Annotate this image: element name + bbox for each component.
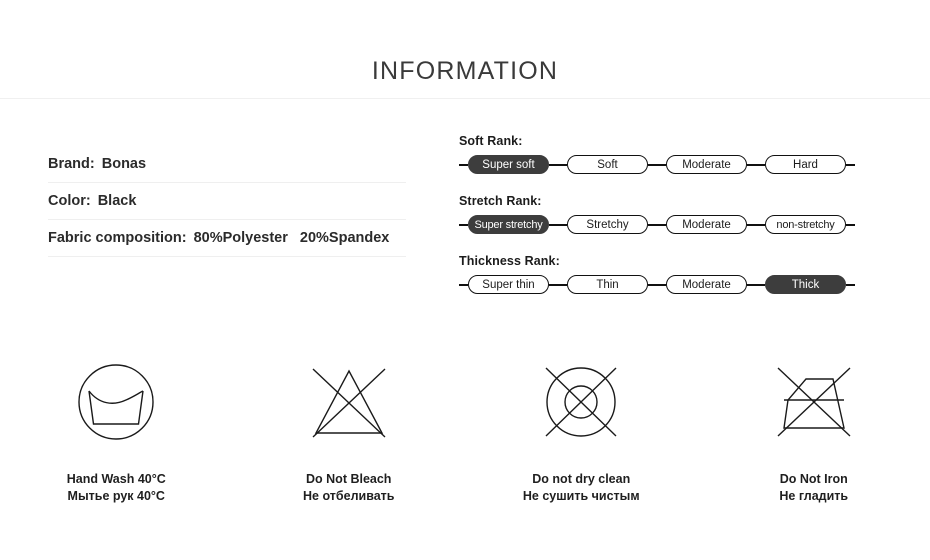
care-item-do-not-bleach: Do Not Bleach Не отбеливать <box>233 352 466 505</box>
rank-option-soft-4[interactable]: Hard <box>765 155 846 174</box>
rank-option-thickness-3[interactable]: Moderate <box>666 275 747 294</box>
rank-title-stretch: Stretch Rank: <box>459 194 542 208</box>
page-header: INFORMATION <box>0 0 930 99</box>
care-caption-ru: Не отбеливать <box>303 489 395 503</box>
rank-option-stretch-1[interactable]: Super stretchy <box>468 215 549 234</box>
rank-option-thickness-1[interactable]: Super thin <box>468 275 549 294</box>
rank-connector <box>549 283 567 286</box>
spec-label-brand: Brand: <box>48 156 95 172</box>
care-caption-do-not-bleach: Do Not Bleach Не отбеливать <box>303 471 394 505</box>
spec-label-color: Color: <box>48 193 91 209</box>
rank-connector <box>648 163 666 166</box>
care-caption-en: Do Not Bleach <box>306 472 392 486</box>
rank-connector <box>549 163 567 166</box>
rank-option-soft-2[interactable]: Soft <box>567 155 648 174</box>
rank-title-thickness: Thickness Rank: <box>459 254 560 268</box>
rank-group-thickness: Thickness Rank: Super thin Thin Moderate… <box>459 254 863 294</box>
spec-label-fabric-composition: Fabric composition: <box>48 230 187 246</box>
care-caption-en: Do not dry clean <box>532 472 631 486</box>
rank-connector <box>747 223 765 226</box>
rank-option-stretch-2[interactable]: Stretchy <box>567 215 648 234</box>
rank-connector <box>846 163 855 166</box>
care-caption-hand-wash: Hand Wash 40°C Мытье рук 40°C <box>67 471 166 505</box>
spec-value-color: Black <box>97 193 137 209</box>
rank-option-thickness-2[interactable]: Thin <box>567 275 648 294</box>
care-caption-en: Do Not Iron <box>779 472 848 486</box>
care-caption-ru: Мытье рук 40°C <box>67 489 165 503</box>
rank-connector <box>846 223 855 226</box>
do-not-iron-icon <box>777 367 851 437</box>
rank-track-soft: Super soft Soft Moderate Hard <box>459 155 858 174</box>
rank-option-thickness-4[interactable]: Thick <box>765 275 846 294</box>
spec-row: Fabric composition: 80%Polyester 20%Span… <box>48 220 406 257</box>
rank-connector <box>747 283 765 286</box>
header-divider <box>0 98 930 99</box>
rank-connector <box>549 223 567 226</box>
hand-wash-icon <box>78 364 154 440</box>
care-caption-do-not-dry-clean: Do not dry clean Не сушить чистым <box>523 471 640 505</box>
care-caption-en: Hand Wash 40°C <box>66 472 166 486</box>
rank-title-soft: Soft Rank: <box>459 134 523 148</box>
rank-track-stretch: Super stretchy Stretchy Moderate non-str… <box>459 215 858 234</box>
rank-connector <box>459 163 468 166</box>
spec-value-brand: Bonas <box>101 156 147 172</box>
do-not-dry-clean-icon <box>545 367 617 437</box>
rank-group-stretch: Stretch Rank: Super stretchy Stretchy Mo… <box>459 194 863 234</box>
product-spec-list: Brand: Bonas Color: Black Fabric composi… <box>48 146 406 257</box>
care-item-hand-wash: Hand Wash 40°C Мытье рук 40°C <box>0 352 233 505</box>
rank-option-stretch-3[interactable]: Moderate <box>666 215 747 234</box>
rank-connector <box>648 283 666 286</box>
rank-connector <box>648 223 666 226</box>
rank-group-soft: Soft Rank: Super soft Soft Moderate Hard <box>459 134 863 174</box>
care-caption-ru: Не гладить <box>779 489 849 503</box>
rank-option-soft-1[interactable]: Super soft <box>468 155 549 174</box>
spec-row: Color: Black <box>48 183 406 220</box>
rank-connector <box>459 283 468 286</box>
rank-connector <box>747 163 765 166</box>
rank-track-thickness: Super thin Thin Moderate Thick <box>459 275 858 294</box>
care-symbol-row: Hand Wash 40°C Мытье рук 40°C Do Not Ble… <box>0 352 930 505</box>
rank-meters: Soft Rank: Super soft Soft Moderate Hard… <box>459 134 863 294</box>
page-title: INFORMATION <box>371 57 559 85</box>
care-caption-do-not-iron: Do Not Iron Не гладить <box>779 471 848 505</box>
spec-value-fabric-primary: 80%Polyester <box>193 230 288 246</box>
rank-option-soft-3[interactable]: Moderate <box>666 155 747 174</box>
spec-value-fabric-secondary: 20%Spandex <box>299 230 390 246</box>
do-not-bleach-icon <box>312 368 386 438</box>
care-caption-ru: Не сушить чистым <box>522 489 640 503</box>
care-item-do-not-dry-clean: Do not dry clean Не сушить чистым <box>465 352 698 505</box>
rank-connector <box>846 283 855 286</box>
care-item-do-not-iron: Do Not Iron Не гладить <box>698 352 930 505</box>
rank-option-stretch-4[interactable]: non-stretchy <box>765 215 846 234</box>
spec-row: Brand: Bonas <box>48 146 406 183</box>
rank-connector <box>459 223 468 226</box>
